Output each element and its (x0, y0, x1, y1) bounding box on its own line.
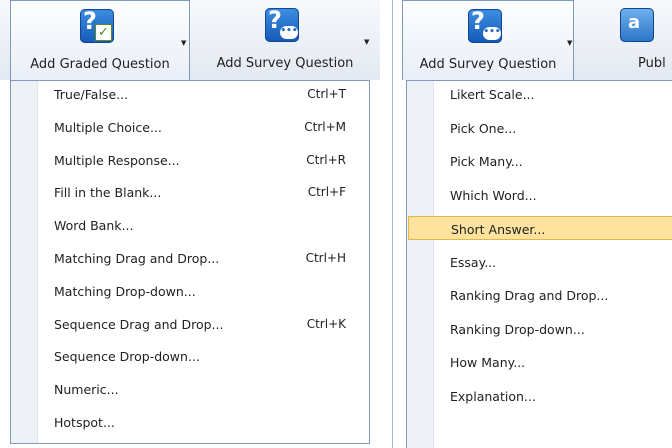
menu-item-label: Which Word... (450, 187, 537, 203)
menu-item-shortcut: Ctrl+M (304, 119, 346, 134)
menu-item-shortcut: Ctrl+R (306, 152, 346, 167)
menu-item-label: Ranking Drop-down... (450, 321, 585, 337)
menu-item-label: Sequence Drag and Drop... (54, 316, 224, 332)
survey-question-icon: ? ••• (265, 6, 299, 42)
menu-item[interactable]: Likert Scale... (408, 82, 672, 106)
menu-item-label: Ranking Drag and Drop... (450, 288, 609, 303)
survey-question-icon: ? ••• (468, 7, 502, 43)
publish-button[interactable]: a Publ (602, 0, 672, 80)
menu-item-label: How Many... (450, 355, 526, 370)
add-graded-question-label: Add Graded Question (30, 57, 170, 72)
add-graded-question-button[interactable]: ? ✓ ▼ Add Graded Question (10, 0, 190, 80)
menu-item-label: Numeric... (54, 382, 119, 398)
add-survey-question-label: Add Survey Question (216, 56, 354, 71)
menu-item[interactable]: Sequence Drag and Drop... Ctrl+K (12, 312, 368, 336)
menu-item-label: Matching Drag and Drop... (54, 251, 220, 266)
menu-item-shortcut: Ctrl+F (307, 185, 346, 200)
publish-icon: a (620, 8, 654, 42)
menu-item-label: Multiple Choice... (54, 119, 162, 135)
dropdown-arrow-icon[interactable]: ▼ (181, 39, 186, 47)
menu-item-label: Hotspot... (54, 415, 115, 430)
menu-item-shortcut: Ctrl+K (306, 316, 346, 331)
menu-item[interactable]: Short Answer... (408, 216, 672, 240)
menu-item[interactable]: Hotspot... (12, 410, 368, 434)
menu-item-label: Multiple Response... (54, 152, 180, 168)
menu-item-label: Essay... (450, 254, 497, 270)
menu-item-label: Sequence Drop-down... (54, 349, 200, 365)
panel-divider (392, 0, 393, 448)
left-panel: ? ✓ ▼ Add Graded Question ? ••• ▼ Add Surv… (0, 0, 380, 448)
menu-item[interactable]: Ranking Drag and Drop... (408, 283, 672, 307)
menu-item[interactable]: Fill in the Blank... Ctrl+F (12, 180, 368, 204)
dropdown-arrow-icon[interactable]: ▼ (364, 38, 369, 46)
menu-item[interactable]: Numeric... (12, 377, 368, 401)
graded-question-icon: ? ✓ (80, 7, 114, 43)
menu-item[interactable]: Matching Drop-down... (12, 279, 368, 303)
add-survey-question-button[interactable]: ? ••• ▼ Add Survey Question (402, 0, 574, 80)
add-survey-question-label: Add Survey Question (419, 57, 557, 72)
menu-item[interactable]: Multiple Response... Ctrl+R (12, 148, 368, 172)
dropdown-arrow-icon[interactable]: ▼ (567, 39, 572, 47)
menu-item[interactable]: How Many... (408, 350, 672, 374)
menu-item[interactable]: Sequence Drop-down... (12, 344, 368, 368)
menu-item[interactable]: Word Bank... (12, 213, 368, 237)
menu-item-shortcut: Ctrl+T (307, 87, 346, 101)
menu-item-label: Likert Scale... (450, 87, 535, 102)
ribbon: ? ✓ ▼ Add Graded Question ? ••• ▼ Add Surv… (0, 0, 380, 80)
menu-item-label: Matching Drop-down... (54, 283, 196, 299)
right-panel: ? ••• ▼ Add Survey Question a Publ Likert… (402, 0, 672, 448)
menu-item[interactable]: Multiple Choice... Ctrl+M (12, 115, 368, 139)
menu-item[interactable]: Explanation... (408, 384, 672, 408)
menu-item[interactable]: Essay... (408, 250, 672, 274)
menu-item[interactable]: Which Word... (408, 183, 672, 207)
menu-item-label: Word Bank... (54, 218, 134, 234)
menu-item-label: Explanation... (450, 388, 536, 404)
menu-item-label: Pick One... (450, 120, 517, 136)
menu-item[interactable]: Matching Drag and Drop... Ctrl+H (12, 246, 368, 270)
graded-question-menu: True/False... Ctrl+T Multiple Choice... Ctr… (10, 80, 370, 444)
menu-item-label: Pick Many... (450, 154, 523, 169)
menu-item[interactable]: Pick Many... (408, 149, 672, 173)
menu-item[interactable]: Ranking Drop-down... (408, 317, 672, 341)
menu-item[interactable]: True/False... Ctrl+T (12, 82, 368, 106)
menu-item-label: Fill in the Blank... (54, 185, 162, 201)
menu-item-shortcut: Ctrl+H (305, 251, 346, 265)
survey-question-menu: Likert Scale... Pick One... Pick Many... Wh… (406, 80, 672, 448)
ribbon: ? ••• ▼ Add Survey Question a Publ (402, 0, 672, 80)
publish-label: Publ (638, 56, 666, 71)
add-survey-question-button[interactable]: ? ••• ▼ Add Survey Question (200, 0, 370, 80)
menu-item-label: Short Answer... (451, 222, 546, 237)
menu-item[interactable]: Pick One... (408, 116, 672, 140)
menu-item-label: True/False... (54, 87, 129, 102)
